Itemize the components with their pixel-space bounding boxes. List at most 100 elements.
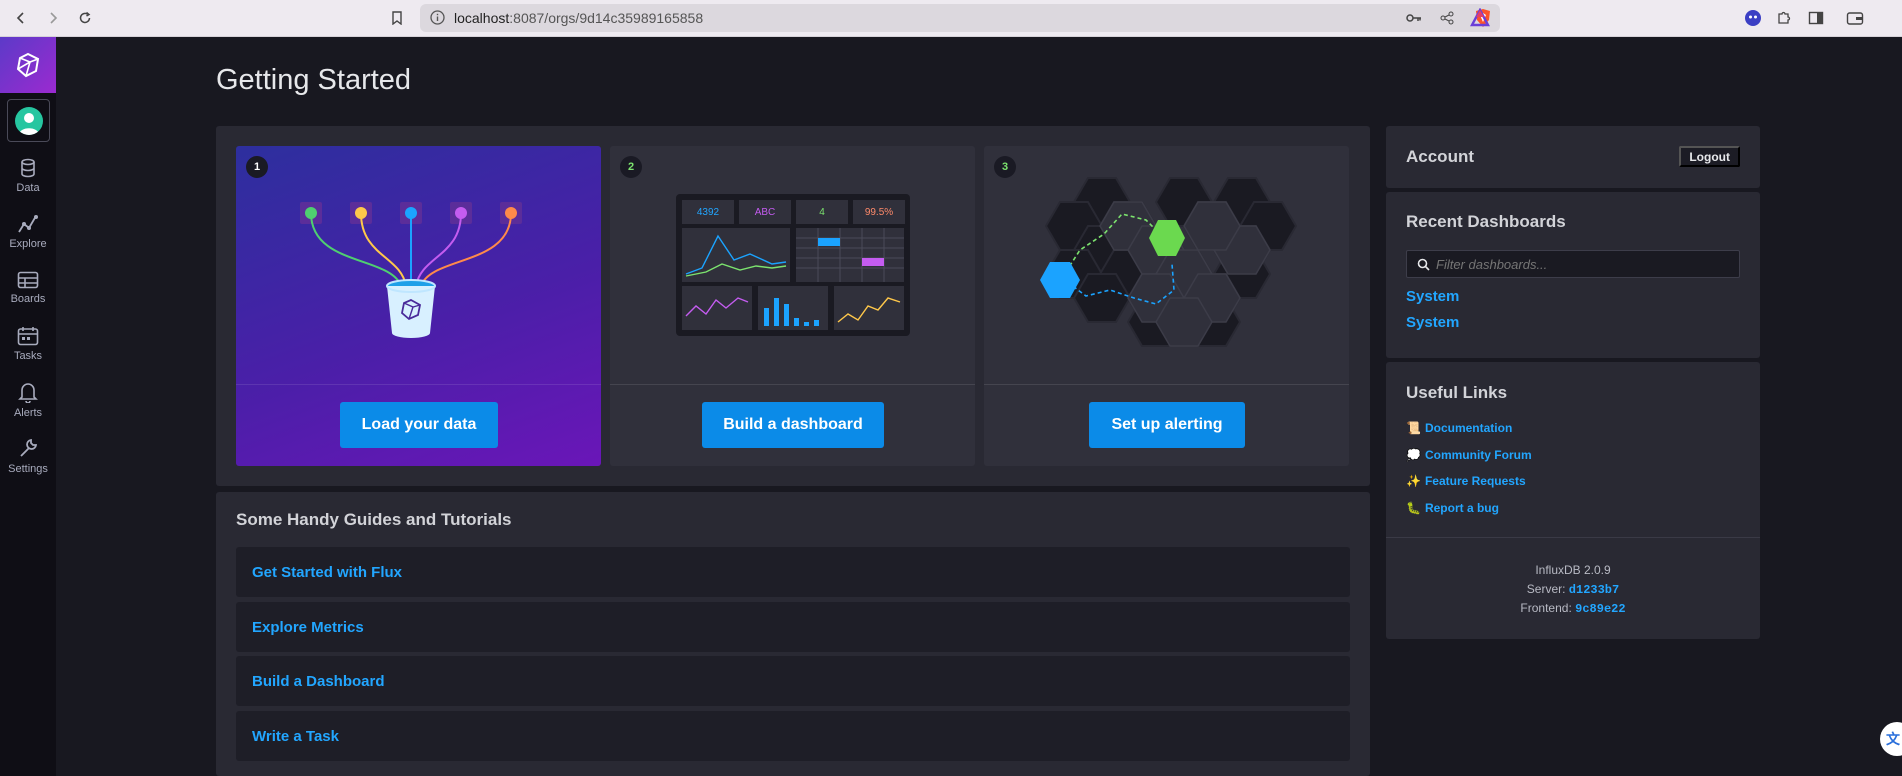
bug-icon: 🐛 [1406,501,1421,515]
back-icon[interactable] [10,7,32,29]
load-data-button[interactable]: Load your data [340,402,498,448]
scroll-icon: 📜 [1406,421,1421,435]
step-card-set-up-alerting: 3 Set up alerting [984,146,1349,466]
boards-grid-icon [17,271,39,289]
database-icon [21,158,35,178]
guide-link[interactable]: Write a Task [236,711,1350,761]
frontend-version: Frontend: 9c89e22 [1386,601,1760,616]
stat-tile: 99.5% [853,200,905,224]
yellow-line-tile [834,286,904,330]
table-tile [796,228,904,282]
step-divider [984,384,1349,385]
explore-graph-icon [18,215,38,233]
useful-links-panel: Useful Links 📜 Documentation 💭 Community F… [1386,362,1760,639]
wallet-icon[interactable] [1846,10,1864,31]
load-data-illustration [300,202,522,338]
sidebar: Data Explore Boards Tasks Alerts Setting… [0,37,56,776]
step-card-load-data: 1 Load your data [236,146,601,466]
filter-dashboards-input[interactable] [1436,256,1726,272]
sidebar-item-label: Alerts [13,407,43,419]
alerting-hexagon-illustration [1040,177,1297,347]
purple-line-tile [682,286,752,330]
report-bug-link[interactable]: 🐛 Report a bug [1406,501,1499,515]
sidebar-item-boards[interactable]: Boards [0,260,56,316]
reload-icon[interactable] [74,7,96,29]
sidebar-item-label: Data [16,182,40,194]
puzzle-icon[interactable] [1776,10,1792,31]
sidebar-toggle-icon[interactable] [1808,10,1824,31]
translate-floating-button[interactable]: 文 [1880,722,1902,756]
build-dashboard-button[interactable]: Build a dashboard [702,402,884,448]
recent-dashboards-title: Recent Dashboards [1406,212,1566,231]
frontend-hash-link[interactable]: 9c89e22 [1575,602,1625,616]
influx-cube-icon [16,52,40,78]
url-text: localhost:8087/orgs/9d14c35989165858 [454,10,704,26]
recent-dashboard-link[interactable]: System [1406,314,1459,331]
brave-rewards-icon[interactable] [1470,7,1490,33]
account-panel: Account Logout [1386,126,1760,188]
useful-link-label: Documentation [1424,421,1513,435]
influxdb-logo[interactable] [0,37,56,93]
guides-title: Some Handy Guides and Tutorials [236,510,512,529]
sidebar-item-data[interactable]: Data [0,148,56,204]
sidebar-item-explore[interactable]: Explore [0,204,56,260]
recent-dashboard-link[interactable]: System [1406,288,1459,305]
useful-link-label: Report a bug [1424,501,1499,515]
account-title: Account [1406,147,1474,166]
step-divider [610,384,975,385]
sidebar-item-alerts[interactable]: Alerts [0,372,56,428]
guide-link[interactable]: Explore Metrics [236,602,1350,652]
forward-icon[interactable] [42,7,64,29]
share-icon[interactable] [1440,11,1454,30]
search-icon [1417,258,1430,271]
page-title: Getting Started [216,64,412,96]
extension-icon[interactable] [1744,9,1762,32]
step-number: 1 [246,156,268,178]
version-label: InfluxDB 2.0.9 [1535,563,1611,577]
stat-tile: 4 [796,200,848,224]
guide-link[interactable]: Get Started with Flux [236,547,1350,597]
feature-requests-link[interactable]: ✨ Feature Requests [1406,474,1526,488]
sidebar-item-label: Settings [8,463,48,475]
user-avatar-button[interactable] [7,99,50,142]
server-label: Server: [1526,582,1566,596]
useful-links-title: Useful Links [1406,383,1508,402]
useful-link-label: Community Forum [1424,448,1532,462]
thought-bubble-icon: 💭 [1406,448,1421,462]
step-card-build-dashboard: 2 4392 ABC 4 99.5% Build a dashboard [610,146,975,466]
guides-panel: Some Handy Guides and Tutorials Get Star… [216,492,1370,776]
stat-tile: 4392 [682,200,734,224]
address-bar[interactable]: localhost:8087/orgs/9d14c35989165858 [420,4,1500,32]
key-icon[interactable] [1406,11,1422,30]
sidebar-item-label: Tasks [13,350,43,362]
community-forum-link[interactable]: 💭 Community Forum [1406,448,1532,462]
bell-icon [18,383,38,403]
sidebar-item-label: Explore [9,238,47,250]
browser-toolbar: localhost:8087/orgs/9d14c35989165858 [0,0,1902,37]
sidebar-item-label: Boards [10,293,46,305]
step-number: 3 [994,156,1016,178]
filter-dashboards-field[interactable] [1406,250,1740,278]
useful-link-label: Feature Requests [1424,474,1526,488]
translate-icon: 文 [1886,731,1900,747]
line-chart-tile [682,228,790,282]
sparkles-icon: ✨ [1406,474,1421,488]
getting-started-steps-panel: 1 Load your data 2 4392 ABC 4 99.5% Buil… [216,126,1370,486]
logout-button[interactable]: Logout [1679,146,1740,167]
wrench-icon [20,438,38,457]
stat-tile: ABC [739,200,791,224]
bar-chart-tile [758,286,828,330]
sidebar-item-tasks[interactable]: Tasks [0,316,56,372]
set-up-alerting-button[interactable]: Set up alerting [1089,402,1245,448]
sidebar-item-settings[interactable]: Settings [0,428,56,484]
frontend-label: Frontend: [1520,601,1572,615]
site-info-icon[interactable] [430,10,445,30]
bookmark-icon[interactable] [386,7,408,29]
server-hash-link[interactable]: d1233b7 [1569,583,1619,597]
step-divider [236,384,601,385]
guide-link[interactable]: Build a Dashboard [236,656,1350,706]
documentation-link[interactable]: 📜 Documentation [1406,421,1512,435]
avatar-icon [14,106,43,135]
step-number: 2 [620,156,642,178]
calendar-icon [17,327,39,346]
